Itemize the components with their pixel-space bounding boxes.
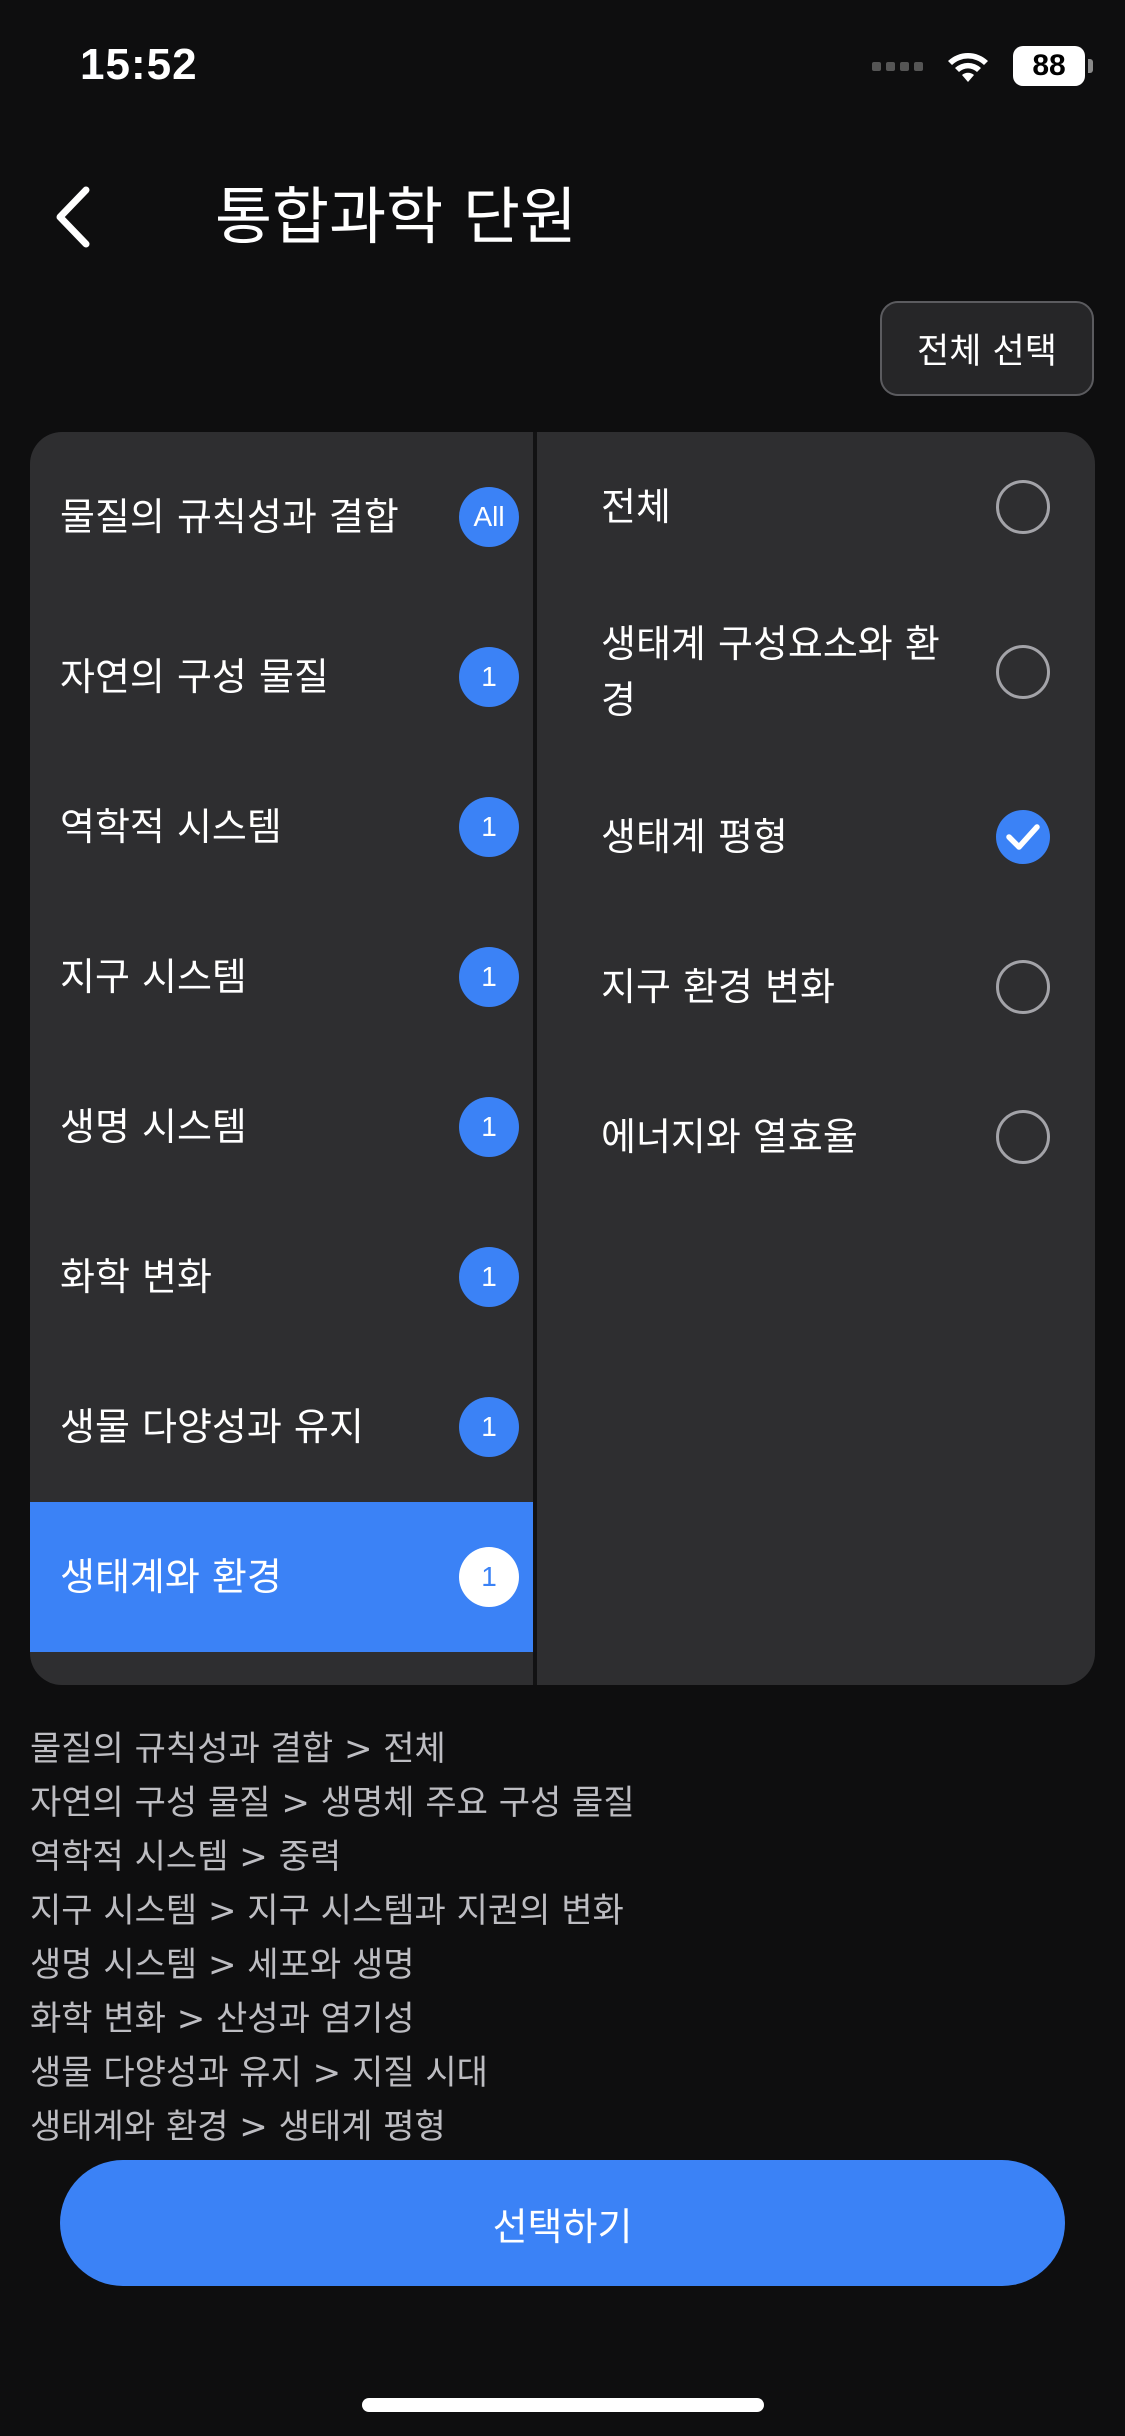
cellular-signal-icon bbox=[872, 61, 923, 71]
radio-unchecked-icon[interactable] bbox=[996, 645, 1050, 699]
count-badge: 1 bbox=[459, 1097, 519, 1157]
unit-item[interactable]: 생명 시스템 1 bbox=[30, 1052, 533, 1202]
screen: 15:52 88 통합과학 단원 전체 선택 물질의 규칙성과 결합 All 자… bbox=[0, 0, 1125, 2436]
count-badge: 1 bbox=[459, 1547, 519, 1607]
subunit-item[interactable]: 에너지와 열효율 bbox=[537, 1062, 1095, 1212]
summary-line: 생물 다양성과 유지 > 지질 시대 bbox=[30, 2053, 488, 2093]
unit-item-label: 생명 시스템 bbox=[60, 1105, 247, 1149]
count-badge: 1 bbox=[459, 797, 519, 857]
unit-item[interactable]: 물질의 규칙성과 결합 All bbox=[30, 432, 533, 602]
subunit-item-label: 지구 환경 변화 bbox=[601, 965, 835, 1009]
selection-summary: 물질의 규칙성과 결합 > 전체 자연의 구성 물질 > 생명체 주요 구성 물… bbox=[30, 1722, 635, 2154]
unit-item-selected[interactable]: 생태계와 환경 1 bbox=[30, 1502, 533, 1652]
unit-item-label: 생태계와 환경 bbox=[60, 1555, 282, 1599]
count-badge: 1 bbox=[459, 647, 519, 707]
page-title: 통합과학 단원 bbox=[215, 180, 577, 253]
home-indicator[interactable] bbox=[362, 2398, 764, 2412]
unit-item[interactable]: 자연의 구성 물질 1 bbox=[30, 602, 533, 752]
wifi-icon bbox=[948, 53, 988, 82]
summary-line: 화학 변화 > 산성과 염기성 bbox=[30, 1999, 415, 2039]
unit-item[interactable]: 생물 다양성과 유지 1 bbox=[30, 1352, 533, 1502]
unit-item-label: 생물 다양성과 유지 bbox=[60, 1405, 364, 1449]
unit-item-label: 물질의 규칙성과 결합 bbox=[60, 495, 399, 539]
subunit-item[interactable]: 생태계 구성요소와 환경 bbox=[537, 582, 1095, 762]
checkmark-icon[interactable] bbox=[996, 810, 1050, 864]
unit-item-label: 자연의 구성 물질 bbox=[60, 655, 329, 699]
summary-line: 물질의 규칙성과 결합 > 전체 bbox=[30, 1729, 446, 1769]
status-time: 15:52 bbox=[80, 40, 198, 89]
radio-unchecked-icon[interactable] bbox=[996, 480, 1050, 534]
back-button[interactable] bbox=[50, 172, 120, 262]
subunit-item[interactable]: 전체 bbox=[537, 432, 1095, 582]
unit-item[interactable]: 역학적 시스템 1 bbox=[30, 752, 533, 902]
unit-selection-panel: 물질의 규칙성과 결합 All 자연의 구성 물질 1 역학적 시스템 1 지구… bbox=[30, 432, 1095, 1685]
summary-line: 생명 시스템 > 세포와 생명 bbox=[30, 1945, 415, 1985]
count-badge: 1 bbox=[459, 1247, 519, 1307]
battery-icon: 88 bbox=[1013, 46, 1093, 86]
summary-line: 생태계와 환경 > 생태계 평형 bbox=[30, 2107, 446, 2147]
subunit-list: 전체 생태계 구성요소와 환경 생태계 평형 지구 환경 변화 에너지와 열효율 bbox=[537, 432, 1095, 1212]
unit-item-label: 화학 변화 bbox=[60, 1255, 212, 1299]
radio-unchecked-icon[interactable] bbox=[996, 960, 1050, 1014]
summary-line: 지구 시스템 > 지구 시스템과 지권의 변화 bbox=[30, 1891, 624, 1931]
count-badge: All bbox=[459, 487, 519, 547]
unit-item[interactable]: 지구 시스템 1 bbox=[30, 902, 533, 1052]
unit-item[interactable]: 화학 변화 1 bbox=[30, 1202, 533, 1352]
subunit-item-label: 전체 bbox=[601, 485, 671, 529]
subunit-item-label: 에너지와 열효율 bbox=[601, 1115, 858, 1159]
status-icons: 88 bbox=[872, 44, 1093, 88]
subunit-item-label: 생태계 평형 bbox=[601, 815, 788, 859]
submit-button[interactable]: 선택하기 bbox=[60, 2160, 1065, 2286]
subunit-item[interactable]: 지구 환경 변화 bbox=[537, 912, 1095, 1062]
subunit-item-label: 생태계 구성요소와 환경 bbox=[601, 622, 940, 722]
battery-level: 88 bbox=[1032, 49, 1066, 82]
select-all-button[interactable]: 전체 선택 bbox=[880, 301, 1094, 396]
summary-line: 자연의 구성 물질 > 생명체 주요 구성 물질 bbox=[30, 1783, 635, 1823]
subunit-item[interactable]: 생태계 평형 bbox=[537, 762, 1095, 912]
unit-list: 물질의 규칙성과 결합 All 자연의 구성 물질 1 역학적 시스템 1 지구… bbox=[30, 432, 533, 1652]
unit-item-label: 지구 시스템 bbox=[60, 955, 247, 999]
radio-unchecked-icon[interactable] bbox=[996, 1110, 1050, 1164]
count-badge: 1 bbox=[459, 1397, 519, 1457]
summary-line: 역학적 시스템 > 중력 bbox=[30, 1837, 342, 1877]
count-badge: 1 bbox=[459, 947, 519, 1007]
unit-item-label: 역학적 시스템 bbox=[60, 805, 282, 849]
chevron-left-icon bbox=[56, 186, 90, 248]
